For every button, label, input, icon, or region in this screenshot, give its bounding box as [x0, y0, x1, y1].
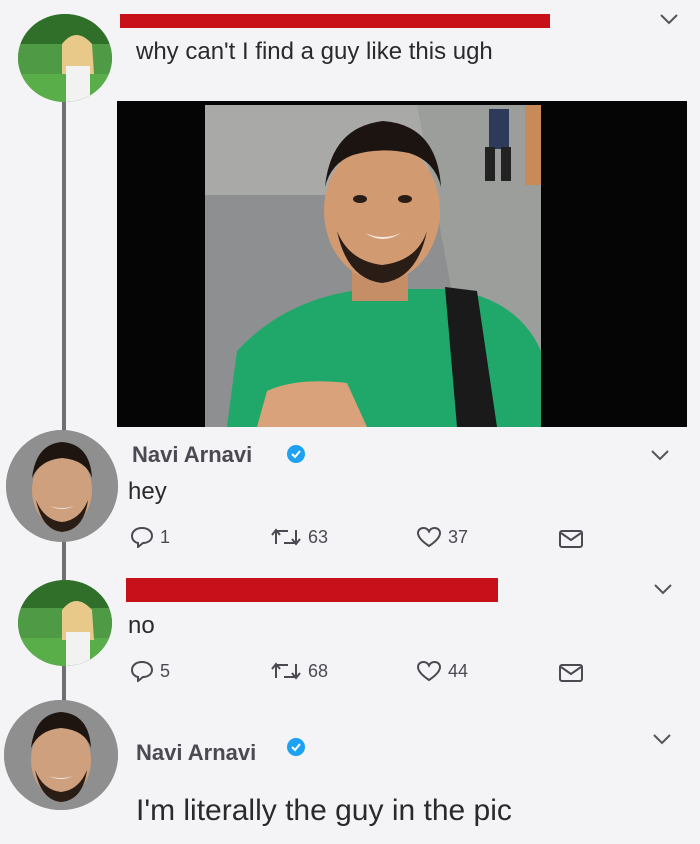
tweet-text: I'm literally the guy in the pic: [136, 794, 512, 827]
redacted-author: [120, 14, 550, 28]
reply-button[interactable]: 1: [130, 526, 170, 548]
like-count: 37: [448, 526, 469, 547]
message-icon[interactable]: [558, 662, 584, 684]
tweet-text: hey: [128, 478, 167, 505]
author-name[interactable]: Navi Arnavi: [132, 442, 252, 468]
retweet-icon: [271, 662, 301, 680]
like-icon: [416, 526, 442, 548]
tweet-photo[interactable]: [117, 101, 687, 427]
retweet-button[interactable]: 68: [270, 660, 328, 682]
avatar[interactable]: [6, 430, 118, 542]
retweet-count: 68: [308, 660, 329, 681]
chevron-down-icon[interactable]: [652, 582, 674, 596]
avatar[interactable]: [4, 700, 118, 810]
reply-button[interactable]: 5: [130, 660, 170, 682]
chevron-down-icon[interactable]: [651, 732, 673, 746]
chevron-down-icon[interactable]: [649, 448, 671, 462]
redacted-author: [126, 578, 498, 602]
tweet-text: no: [128, 612, 155, 639]
like-button[interactable]: 44: [416, 660, 468, 682]
tweet-text: why can't I find a guy like this ugh: [136, 38, 493, 65]
avatar[interactable]: [18, 580, 112, 666]
like-button[interactable]: 37: [416, 526, 468, 548]
retweet-icon: [271, 528, 301, 546]
message-icon[interactable]: [558, 528, 584, 550]
like-count: 44: [448, 660, 469, 681]
verified-icon: [287, 445, 305, 463]
like-icon: [416, 660, 442, 682]
reply-icon: [130, 526, 154, 548]
verified-icon: [287, 738, 305, 756]
author-name[interactable]: Navi Arnavi: [136, 740, 256, 766]
reply-count: 1: [160, 526, 171, 547]
thread-line: [62, 540, 66, 580]
retweet-button[interactable]: 63: [270, 526, 328, 548]
photo-image: [117, 101, 687, 427]
reply-count: 5: [160, 660, 171, 681]
thread-line: [62, 100, 66, 432]
retweet-count: 63: [308, 526, 329, 547]
reply-icon: [130, 660, 154, 682]
avatar[interactable]: [18, 14, 112, 102]
chevron-down-icon[interactable]: [658, 12, 680, 26]
thread-line: [62, 664, 66, 702]
